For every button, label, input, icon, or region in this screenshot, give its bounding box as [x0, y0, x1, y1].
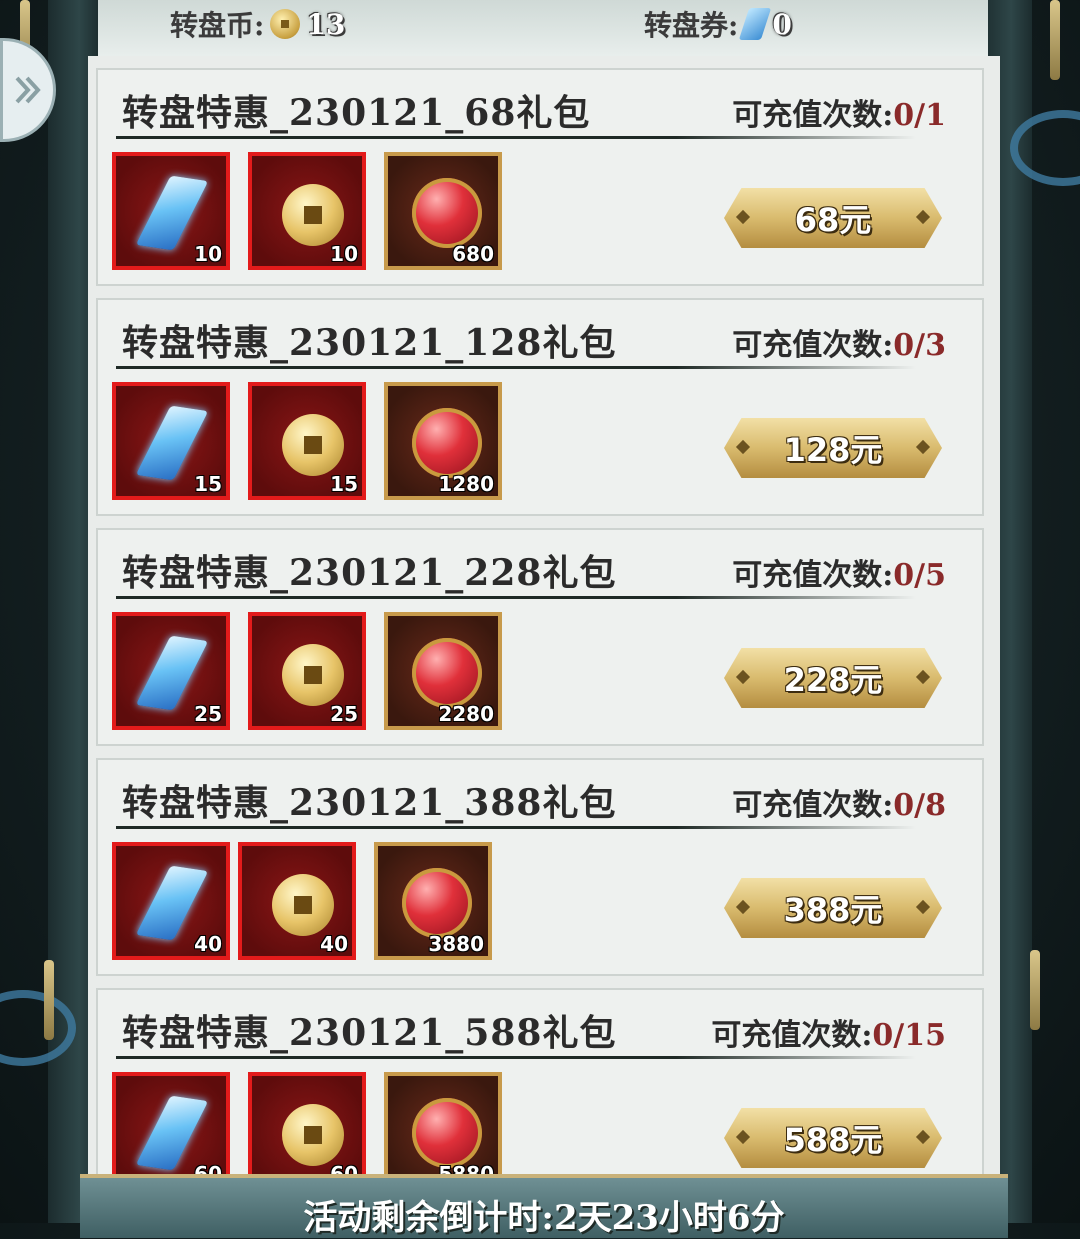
package-list[interactable]: 转盘特惠_230121_68礼包 可充值次数:0/1 10 10 680 68元…: [88, 56, 1000, 1174]
countdown-bar: 活动剩余倒计时:2天23小时6分: [80, 1174, 1008, 1238]
item-quantity: 25: [330, 702, 358, 726]
orb-icon: [412, 408, 482, 478]
quota-value: 0/1: [893, 98, 946, 133]
ticket-icon: [135, 1095, 209, 1171]
buy-button[interactable]: 588元: [724, 1108, 942, 1168]
ticket-icon: [739, 8, 772, 40]
double-chevron-right-icon: [15, 76, 41, 104]
buy-button[interactable]: 228元: [724, 648, 942, 708]
package-title: 转盘特惠_230121_68礼包: [122, 92, 591, 134]
reward-item[interactable]: 60: [112, 1072, 230, 1174]
item-quantity: 25: [194, 702, 222, 726]
orb-icon: [412, 1098, 482, 1168]
spin-coin-value: 13: [306, 7, 346, 41]
title-divider: [116, 596, 916, 599]
reward-item[interactable]: 1280: [384, 382, 502, 500]
package-title: 转盘特惠_230121_228礼包: [122, 552, 617, 594]
spin-ticket-balance: 转盘券: 0: [644, 4, 792, 44]
reward-item[interactable]: 25: [248, 612, 366, 730]
reward-item[interactable]: 3880: [374, 842, 492, 960]
item-quantity: 5880: [438, 1162, 494, 1174]
title-divider: [116, 366, 916, 369]
spin-coin-label: 转盘币:: [170, 9, 265, 42]
item-quantity: 40: [320, 932, 348, 956]
package-card: 转盘特惠_230121_68礼包 可充值次数:0/1 10 10 680 68元: [96, 68, 984, 286]
coin-icon: [282, 184, 344, 246]
buy-button[interactable]: 68元: [724, 188, 942, 248]
tassel-ornament-icon: [1050, 0, 1060, 80]
reward-item[interactable]: 15: [112, 382, 230, 500]
tassel-ornament-icon: [1030, 950, 1040, 1030]
title-divider: [116, 826, 916, 829]
package-card: 转盘特惠_230121_388礼包 可充值次数:0/8 40 40 3880 3…: [96, 758, 984, 976]
coin-icon: [282, 644, 344, 706]
item-quantity: 2280: [438, 702, 494, 726]
item-quantity: 680: [452, 242, 494, 266]
item-quantity: 10: [330, 242, 358, 266]
spin-coin-balance: 转盘币: 13: [170, 4, 345, 44]
quota-label: 可充值次数:: [732, 328, 894, 363]
purchase-quota: 可充值次数:0/3: [732, 320, 946, 364]
package-title: 转盘特惠_230121_128礼包: [122, 322, 617, 364]
package-title: 转盘特惠_230121_388礼包: [122, 782, 617, 824]
purchase-quota: 可充值次数:0/8: [732, 780, 946, 824]
reward-item[interactable]: 10: [112, 152, 230, 270]
item-quantity: 3880: [428, 932, 484, 956]
quota-value: 0/5: [893, 558, 946, 593]
title-divider: [116, 1056, 916, 1059]
coin-icon: [282, 414, 344, 476]
package-card: 转盘特惠_230121_588礼包 可充值次数:0/15 60 60 5880 …: [96, 988, 984, 1174]
orb-icon: [412, 178, 482, 248]
reward-item[interactable]: 60: [248, 1072, 366, 1174]
purchase-quota: 可充值次数:0/15: [711, 1010, 946, 1054]
reward-item[interactable]: 680: [384, 152, 502, 270]
reward-item[interactable]: 40: [238, 842, 356, 960]
ticket-icon: [135, 405, 209, 481]
quota-label: 可充值次数:: [732, 558, 894, 593]
tassel-ornament-icon: [44, 960, 54, 1040]
purchase-quota: 可充值次数:0/5: [732, 550, 946, 594]
title-divider: [116, 136, 916, 139]
coin-icon: [270, 9, 301, 39]
package-card: 转盘特惠_230121_128礼包 可充值次数:0/3 15 15 1280 1…: [96, 298, 984, 516]
coin-icon: [282, 1104, 344, 1166]
buy-button[interactable]: 128元: [724, 418, 942, 478]
reward-item[interactable]: 2280: [384, 612, 502, 730]
package-title: 转盘特惠_230121_588礼包: [122, 1012, 617, 1054]
item-quantity: 15: [194, 472, 222, 496]
reward-item[interactable]: 25: [112, 612, 230, 730]
quota-label: 可充值次数:: [711, 1018, 873, 1053]
quota-value: 0/15: [872, 1018, 946, 1053]
item-quantity: 15: [330, 472, 358, 496]
item-quantity: 40: [194, 932, 222, 956]
package-card: 转盘特惠_230121_228礼包 可充值次数:0/5 25 25 2280 2…: [96, 528, 984, 746]
orb-icon: [412, 638, 482, 708]
item-quantity: 60: [330, 1162, 358, 1174]
reward-item[interactable]: 10: [248, 152, 366, 270]
item-quantity: 1280: [438, 472, 494, 496]
ticket-icon: [135, 865, 209, 941]
purchase-quota: 可充值次数:0/1: [732, 90, 946, 134]
quota-label: 可充值次数:: [732, 98, 894, 133]
event-countdown: 活动剩余倒计时:2天23小时6分: [303, 1198, 785, 1238]
reward-item[interactable]: 40: [112, 842, 230, 960]
spin-ticket-value: 0: [772, 7, 792, 41]
currency-bar: 转盘币: 13 转盘券: 0: [98, 0, 988, 59]
spin-ticket-label: 转盘券:: [644, 9, 739, 42]
coin-icon: [272, 874, 334, 936]
ticket-icon: [135, 635, 209, 711]
orb-icon: [402, 868, 472, 938]
reward-item[interactable]: 15: [248, 382, 366, 500]
buy-button[interactable]: 388元: [724, 878, 942, 938]
quota-value: 0/8: [893, 788, 946, 823]
ticket-icon: [135, 175, 209, 251]
item-quantity: 60: [194, 1162, 222, 1174]
quota-label: 可充值次数:: [732, 788, 894, 823]
quota-value: 0/3: [893, 328, 946, 363]
reward-item[interactable]: 5880: [384, 1072, 502, 1174]
item-quantity: 10: [194, 242, 222, 266]
